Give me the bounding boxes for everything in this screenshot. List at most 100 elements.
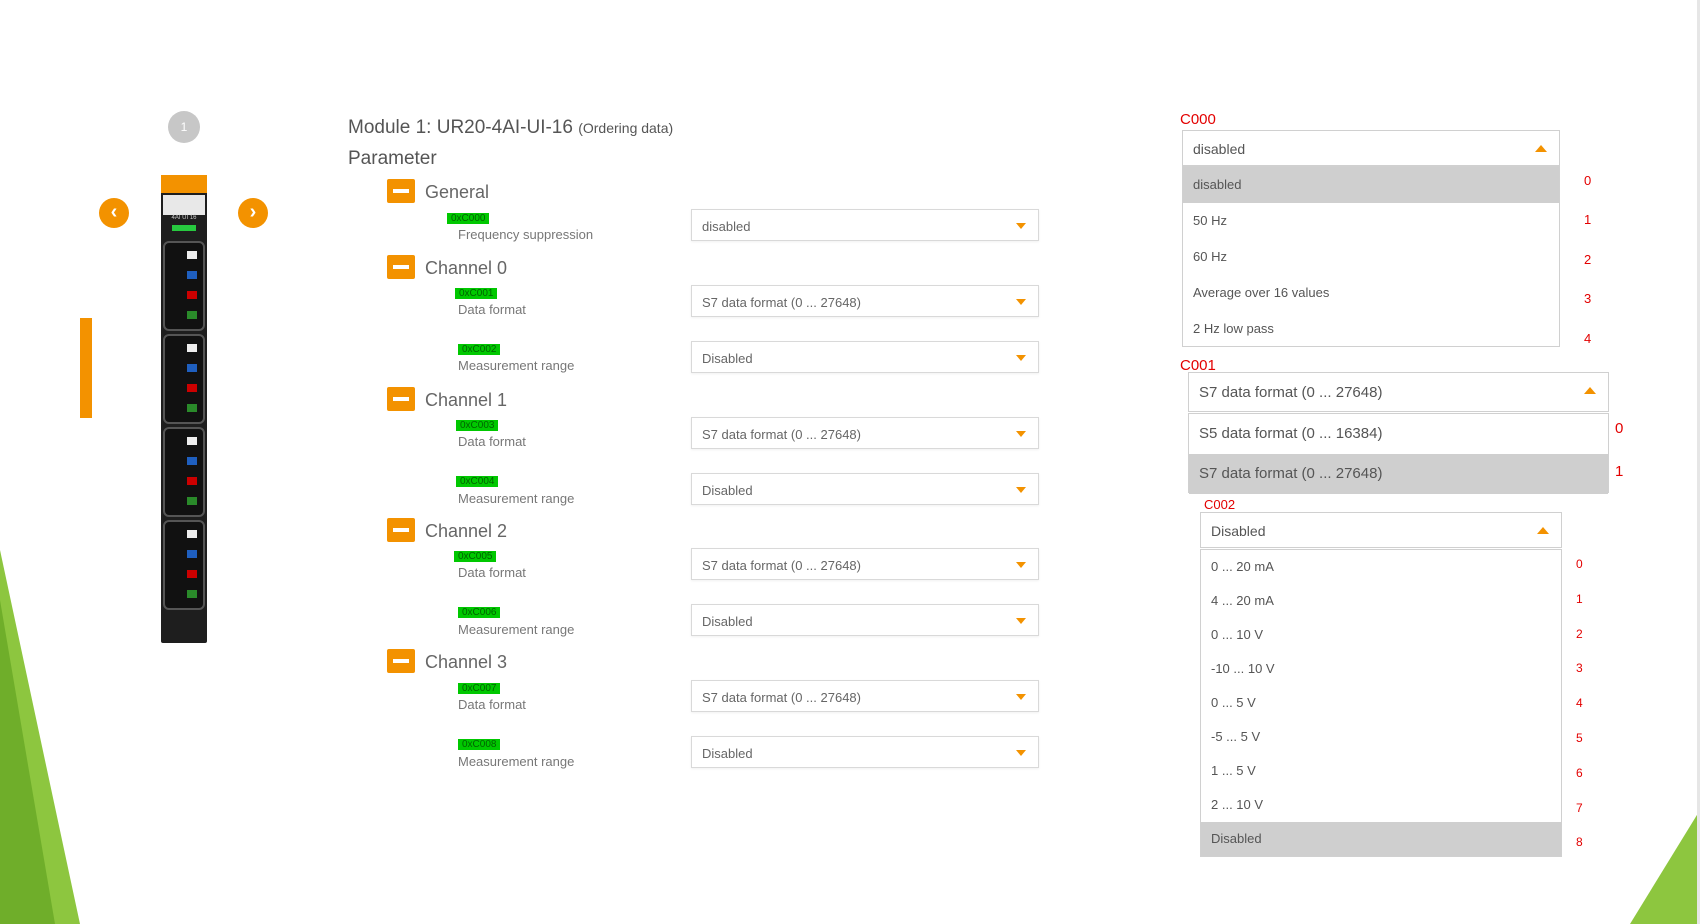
dropdown-c000-list: disabled 50 Hz 60 Hz Average over 16 val… — [1182, 166, 1560, 347]
channel-1-measurement-range-select[interactable]: Disabled — [691, 473, 1039, 505]
terminal-pin — [187, 251, 197, 259]
dropdown-option[interactable]: -10 ... 10 V — [1201, 652, 1561, 686]
select-value: Disabled — [702, 351, 753, 366]
dropdown-option[interactable]: Average over 16 values — [1183, 275, 1559, 311]
caret-down-icon — [1016, 355, 1026, 361]
dropdown-option[interactable]: -5 ... 5 V — [1201, 720, 1561, 754]
section-channel-1-label: Channel 1 — [425, 390, 508, 410]
option-index: 0 — [1576, 557, 1583, 571]
select-value: S7 data format (0 ... 27648) — [702, 558, 861, 573]
dropdown-option[interactable]: 50 Hz — [1183, 203, 1559, 239]
channel-1-data-format-select[interactable]: S7 data format (0 ... 27648) — [691, 417, 1039, 449]
slide-decoration-left-dark — [0, 600, 55, 924]
dropdown-option[interactable]: Disabled — [1201, 822, 1561, 856]
param-code: 0xC007 — [458, 683, 501, 694]
section-general-label: General — [425, 182, 490, 202]
dropdown-c000-header[interactable]: disabled — [1182, 130, 1560, 166]
option-index: 1 — [1615, 463, 1624, 480]
terminal-pin — [187, 344, 197, 352]
frequency-suppression-select[interactable]: disabled — [691, 209, 1039, 241]
terminal-pin — [187, 477, 197, 485]
param-label: Measurement range — [458, 491, 575, 506]
channel-2-data-format-select[interactable]: S7 data format (0 ... 27648) — [691, 548, 1039, 580]
device-terminal — [163, 334, 205, 424]
module-title: Module 1: UR20-4AI-UI-16 (Ordering data) — [348, 117, 673, 139]
terminal-pin — [187, 404, 197, 412]
terminal-pin — [187, 271, 197, 279]
device-top-cap — [161, 175, 207, 193]
dropdown-option[interactable]: 0 ... 5 V — [1201, 686, 1561, 720]
param-label: Measurement range — [458, 358, 575, 373]
dropdown-option[interactable]: S7 data format (0 ... 27648) — [1189, 454, 1608, 494]
dropdown-option[interactable]: 1 ... 5 V — [1201, 754, 1561, 788]
param-code: 0xC005 — [454, 551, 497, 562]
option-index: 3 — [1584, 291, 1592, 306]
terminal-pin — [187, 497, 197, 505]
dropdown-option[interactable]: 4 ... 20 mA — [1201, 584, 1561, 618]
collapse-channel-0-button[interactable] — [387, 255, 415, 279]
section-channel-2-label: Channel 2 — [425, 521, 508, 541]
select-value: Disabled — [702, 614, 753, 629]
module-name: Module 1: UR20-4AI-UI-16 — [348, 117, 573, 138]
param-code: 0xC006 — [458, 607, 501, 618]
select-value: Disabled — [702, 483, 753, 498]
channel-2-measurement-range-select[interactable]: Disabled — [691, 604, 1039, 636]
caret-up-icon — [1584, 387, 1596, 394]
select-value: S7 data format (0 ... 27648) — [702, 690, 861, 705]
select-value: S7 data format (0 ... 27648) — [702, 295, 861, 310]
terminal-pin — [187, 570, 197, 578]
dropdown-option[interactable]: 60 Hz — [1183, 239, 1559, 275]
select-value: disabled — [702, 219, 751, 234]
dropdown-option[interactable]: 2 Hz low pass — [1183, 311, 1559, 347]
dropdown-option[interactable]: S5 data format (0 ... 16384) — [1189, 414, 1608, 454]
dropdown-option[interactable]: disabled — [1183, 167, 1559, 203]
collapse-channel-2-button[interactable] — [387, 518, 415, 542]
dropdown-option[interactable]: 0 ... 20 mA — [1201, 550, 1561, 584]
param-label: Data format — [458, 697, 526, 712]
param-code: 0xC000 — [447, 213, 490, 224]
option-index: 2 — [1584, 252, 1592, 267]
channel-0-data-format-select[interactable]: S7 data format (0 ... 27648) — [691, 285, 1039, 317]
select-value: S7 data format (0 ... 27648) — [702, 427, 861, 442]
param-code: 0xC002 — [458, 344, 501, 355]
param-label: Measurement range — [458, 754, 575, 769]
dropdown-c002-label: C002 — [1204, 497, 1236, 512]
collapse-general-button[interactable] — [387, 179, 415, 203]
option-index: 1 — [1584, 212, 1592, 227]
collapse-channel-3-button[interactable] — [387, 649, 415, 673]
option-index: 0 — [1615, 420, 1624, 437]
param-label: Data format — [458, 434, 526, 449]
option-index: 6 — [1576, 766, 1583, 780]
parameter-heading: Parameter — [348, 148, 437, 169]
option-index: 1 — [1576, 592, 1583, 606]
prev-module-button[interactable]: ‹ — [99, 198, 129, 228]
param-label: Data format — [458, 302, 526, 317]
dropdown-c002-header[interactable]: Disabled — [1200, 512, 1562, 548]
ordering-data-link[interactable]: (Ordering data) — [578, 120, 673, 136]
side-indicator-bar — [80, 318, 92, 418]
dropdown-c001-header[interactable]: S7 data format (0 ... 27648) — [1188, 372, 1609, 412]
option-index: 2 — [1576, 627, 1583, 641]
param-label: Data format — [458, 565, 526, 580]
terminal-pin — [187, 384, 197, 392]
channel-3-data-format-select[interactable]: S7 data format (0 ... 27648) — [691, 680, 1039, 712]
terminal-pin — [187, 364, 197, 372]
collapse-channel-1-button[interactable] — [387, 387, 415, 411]
channel-0-measurement-range-select[interactable]: Disabled — [691, 341, 1039, 373]
channel-3-measurement-range-select[interactable]: Disabled — [691, 736, 1039, 768]
option-index: 5 — [1576, 731, 1583, 745]
caret-down-icon — [1016, 694, 1026, 700]
chevron-left-icon: ‹ — [110, 201, 118, 223]
next-module-button[interactable]: › — [238, 198, 268, 228]
dropdown-value: S7 data format (0 ... 27648) — [1199, 384, 1383, 401]
caret-up-icon — [1537, 527, 1549, 534]
device-terminal — [163, 520, 205, 610]
param-code: 0xC001 — [455, 288, 498, 299]
option-index: 3 — [1576, 661, 1583, 675]
terminal-pin — [187, 530, 197, 538]
option-index: 8 — [1576, 835, 1583, 849]
terminal-pin — [187, 311, 197, 319]
dropdown-option[interactable]: 2 ... 10 V — [1201, 788, 1561, 822]
step-badge: 1 — [168, 111, 200, 143]
dropdown-option[interactable]: 0 ... 10 V — [1201, 618, 1561, 652]
